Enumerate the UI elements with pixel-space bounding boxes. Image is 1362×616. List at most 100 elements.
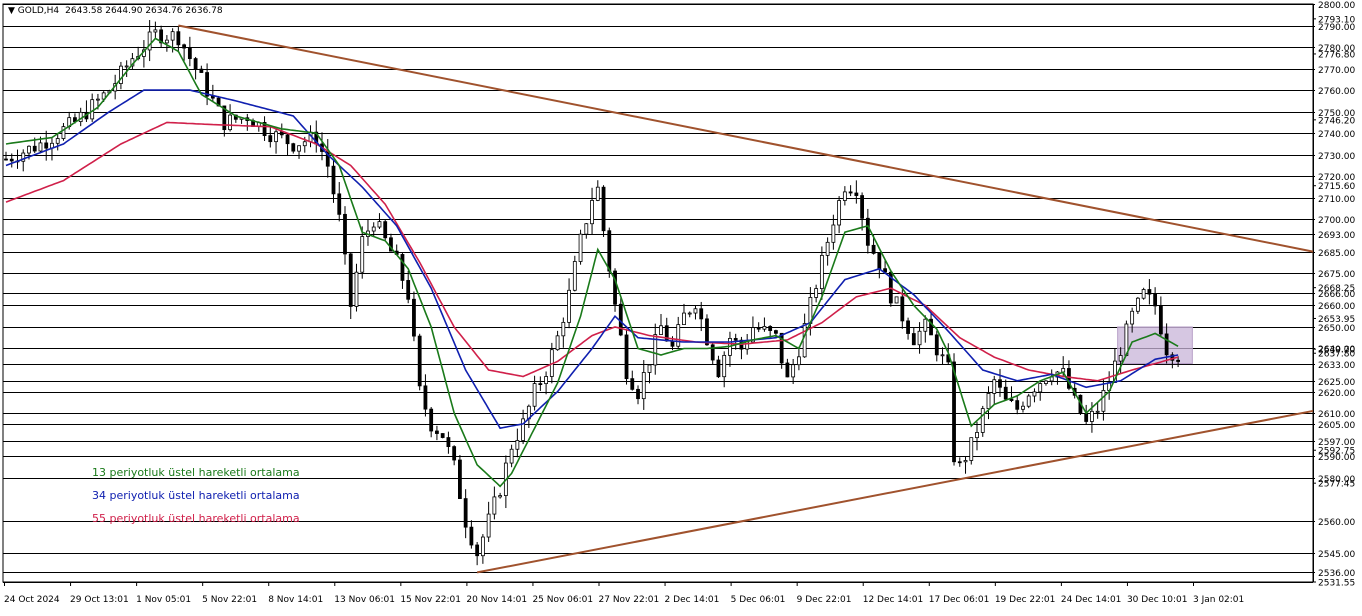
candle-body: [871, 244, 876, 254]
y-minor-label: 2668.25: [1318, 284, 1355, 294]
y-minor-label: 2653.95: [1318, 315, 1355, 325]
y-tick-label: 2760.00: [1318, 87, 1355, 97]
candle-body: [865, 217, 870, 246]
candle-body: [693, 308, 698, 314]
candle-body: [647, 364, 652, 373]
legend-ema55: 55 periyotluk üstel hareketli ortalama: [92, 512, 300, 525]
candle-body: [27, 145, 31, 154]
candle-body: [699, 308, 704, 320]
candle-body: [906, 320, 910, 334]
candle-body: [860, 195, 864, 219]
candle-body: [337, 193, 342, 215]
candle-body: [687, 312, 692, 315]
x-tick-label: 25 Nov 06:01: [532, 595, 593, 605]
chart-area[interactable]: 2800.00 2790.00 2780.00 2770.00 2760.00 2750.…: [0, 0, 1362, 611]
y-tick-label: 2685.00: [1318, 249, 1355, 259]
candle-body: [1101, 390, 1106, 412]
candle-body: [659, 325, 663, 335]
x-tick-label: 15 Nov 22:01: [400, 595, 461, 605]
candle-body: [768, 326, 773, 331]
candle-body: [274, 131, 278, 143]
candle-body: [837, 200, 842, 226]
candle-body: [446, 437, 451, 448]
candle-body: [348, 253, 353, 307]
ema55-line: [5, 121, 1179, 382]
y-tick-label: 2625.00: [1318, 378, 1355, 388]
candle-body: [1003, 386, 1008, 400]
candle-body: [791, 364, 796, 378]
candle-body: [1176, 359, 1181, 362]
candle-body: [572, 261, 577, 291]
candle-body: [986, 393, 991, 410]
candle-body: [923, 318, 928, 332]
candles-layer: [4, 20, 1181, 566]
chart-header: ▼ GOLD,H4 2643.58 2644.90 2634.76 2636.78: [8, 6, 223, 16]
price-chart-svg[interactable]: 2800.002790.002780.002770.002760.002750.…: [0, 0, 1362, 611]
candle-body: [894, 296, 899, 304]
candle-body: [676, 324, 681, 347]
y-tick-label: 2633.00: [1318, 361, 1355, 371]
candle-body: [1026, 395, 1031, 407]
candle-body: [1038, 383, 1043, 393]
symbol-label: GOLD,H4: [18, 6, 60, 16]
candle-body: [785, 362, 790, 378]
candle-body: [423, 385, 428, 410]
y-tick-label: 2740.00: [1318, 130, 1355, 140]
y-tick-label: 2675.00: [1318, 270, 1355, 280]
candle-body: [561, 321, 566, 337]
candle-body: [636, 388, 640, 400]
y-minor-label: 2577.45: [1318, 480, 1355, 490]
candle-body: [957, 461, 962, 464]
x-tick-label: 17 Dec 06:01: [929, 595, 990, 605]
x-tick-label: 3 Jan 02:01: [1193, 595, 1244, 605]
candle-body: [480, 536, 485, 557]
candle-body: [538, 383, 543, 386]
candle-body: [176, 31, 181, 46]
candle-body: [38, 142, 43, 152]
x-tick-label: 29 Oct 13:01: [70, 595, 129, 605]
candle-body: [722, 354, 727, 378]
candle-body: [1084, 412, 1089, 422]
candle-body: [435, 430, 439, 434]
candle-body: [842, 191, 847, 201]
candle-body: [1118, 355, 1123, 362]
candle-body: [963, 460, 968, 463]
candle-body: [1130, 310, 1135, 325]
candle-body: [595, 186, 600, 201]
y-tick-label: 2545.00: [1318, 550, 1355, 560]
collapse-triangle-icon[interactable]: ▼: [8, 6, 18, 16]
x-tick-label: 27 Nov 22:01: [599, 595, 660, 605]
candle-body: [463, 498, 468, 528]
x-tick-label: 2 Dec 14:01: [665, 595, 720, 605]
candle-body: [814, 288, 819, 298]
candle-body: [412, 298, 416, 337]
candle-body: [9, 158, 14, 162]
candle-body: [492, 496, 497, 515]
candle-body: [934, 334, 939, 356]
candle-body: [940, 354, 945, 357]
y-tick-label: 2700.00: [1318, 216, 1355, 226]
x-tick-label: 12 Dec 14:01: [863, 595, 924, 605]
candle-body: [1044, 380, 1048, 384]
x-tick-label: 20 Nov 14:01: [466, 595, 527, 605]
candle-body: [911, 333, 916, 346]
ema34-line: [5, 89, 1179, 430]
x-tick-label: 30 Dec 10:01: [1127, 595, 1188, 605]
candle-body: [1015, 400, 1020, 410]
ema-layer: [5, 37, 1179, 488]
candle-body: [544, 376, 548, 385]
candle-body: [406, 280, 411, 300]
candle-body: [205, 72, 209, 97]
candle-body: [429, 408, 434, 432]
y-tick-label: 2730.00: [1318, 152, 1355, 162]
y-tick-label: 2605.00: [1318, 421, 1355, 431]
candle-body: [187, 47, 192, 59]
candle-body: [90, 99, 95, 120]
legend-ema34: 34 periyotluk üstel hareketli ortalama: [92, 489, 300, 502]
candle-body: [1164, 333, 1169, 356]
y-tick-label: 2560.00: [1318, 518, 1355, 528]
candle-body: [900, 296, 905, 322]
y-tick-label: 2770.00: [1318, 66, 1355, 76]
candle-body: [297, 145, 301, 152]
candle-body: [980, 408, 985, 433]
